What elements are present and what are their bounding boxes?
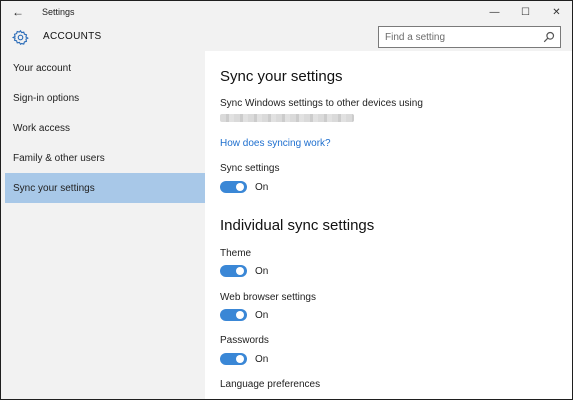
theme-toggle-row: On xyxy=(220,264,268,278)
theme-toggle[interactable] xyxy=(220,265,247,277)
sidebar-item-sync-your-settings[interactable]: Sync your settings xyxy=(5,173,205,203)
toggle-knob xyxy=(236,355,244,363)
passwords-toggle-row: On xyxy=(220,352,268,366)
window-controls: — ☐ ✕ xyxy=(479,1,572,23)
back-arrow-icon: ← xyxy=(12,5,24,19)
web-browser-settings-state: On xyxy=(255,309,269,321)
passwords-label: Passwords xyxy=(220,335,269,346)
close-button[interactable]: ✕ xyxy=(541,1,572,23)
toggle-knob xyxy=(236,183,244,191)
search-icon[interactable] xyxy=(543,31,555,43)
minimize-button[interactable]: — xyxy=(479,1,510,23)
passwords-state: On xyxy=(255,353,269,365)
main-content: Sync your settings Sync Windows settings… xyxy=(205,51,572,399)
sidebar-item-label: Your account xyxy=(13,62,72,74)
sync-settings-state: On xyxy=(255,181,269,193)
minimize-icon: — xyxy=(489,6,500,18)
sidebar-item-sign-in-options[interactable]: Sign-in options xyxy=(5,83,205,113)
toggle-knob xyxy=(236,311,244,319)
close-icon: ✕ xyxy=(552,6,561,18)
search-box[interactable] xyxy=(378,26,561,48)
sync-settings-toggle-row: On xyxy=(220,180,268,194)
sidebar: Your account Sign-in options Work access… xyxy=(1,51,205,399)
theme-state: On xyxy=(255,265,269,277)
section-heading-sync: Sync your settings xyxy=(220,68,343,85)
how-syncing-works-link[interactable]: How does syncing work? xyxy=(220,138,331,149)
sidebar-item-your-account[interactable]: Your account xyxy=(5,53,205,83)
back-button[interactable]: ← xyxy=(1,1,35,23)
language-preferences-label: Language preferences xyxy=(220,379,321,390)
sidebar-item-label: Sync your settings xyxy=(13,182,95,194)
search-input[interactable] xyxy=(379,28,539,46)
page-header: ACCOUNTS xyxy=(1,23,572,51)
sync-settings-label: Sync settings xyxy=(220,163,280,174)
title-bar: ← Settings — ☐ ✕ xyxy=(1,1,572,23)
theme-label: Theme xyxy=(220,248,252,259)
settings-window: ← Settings — ☐ ✕ ACCOUNTS Find a setting… xyxy=(0,0,573,400)
maximize-button[interactable]: ☐ xyxy=(510,1,541,23)
sync-settings-toggle[interactable] xyxy=(220,181,247,193)
toggle-knob xyxy=(236,267,244,275)
web-browser-settings-label: Web browser settings xyxy=(220,292,316,303)
web-browser-toggle-row: On xyxy=(220,308,268,322)
gear-icon xyxy=(12,29,29,46)
sidebar-item-work-access[interactable]: Work access xyxy=(5,113,205,143)
page-title: ACCOUNTS xyxy=(43,31,102,42)
sync-description: Sync Windows settings to other devices u… xyxy=(220,98,423,109)
passwords-toggle[interactable] xyxy=(220,353,247,365)
sidebar-item-label: Family & other users xyxy=(13,152,105,164)
sidebar-item-label: Work access xyxy=(13,122,71,134)
sidebar-item-family-other-users[interactable]: Family & other users xyxy=(5,143,205,173)
web-browser-settings-toggle[interactable] xyxy=(220,309,247,321)
section-heading-individual: Individual sync settings xyxy=(220,217,375,234)
window-title: Settings xyxy=(42,7,75,17)
maximize-icon: ☐ xyxy=(521,6,530,18)
sidebar-item-label: Sign-in options xyxy=(13,92,80,104)
redacted-account-email xyxy=(220,114,354,122)
